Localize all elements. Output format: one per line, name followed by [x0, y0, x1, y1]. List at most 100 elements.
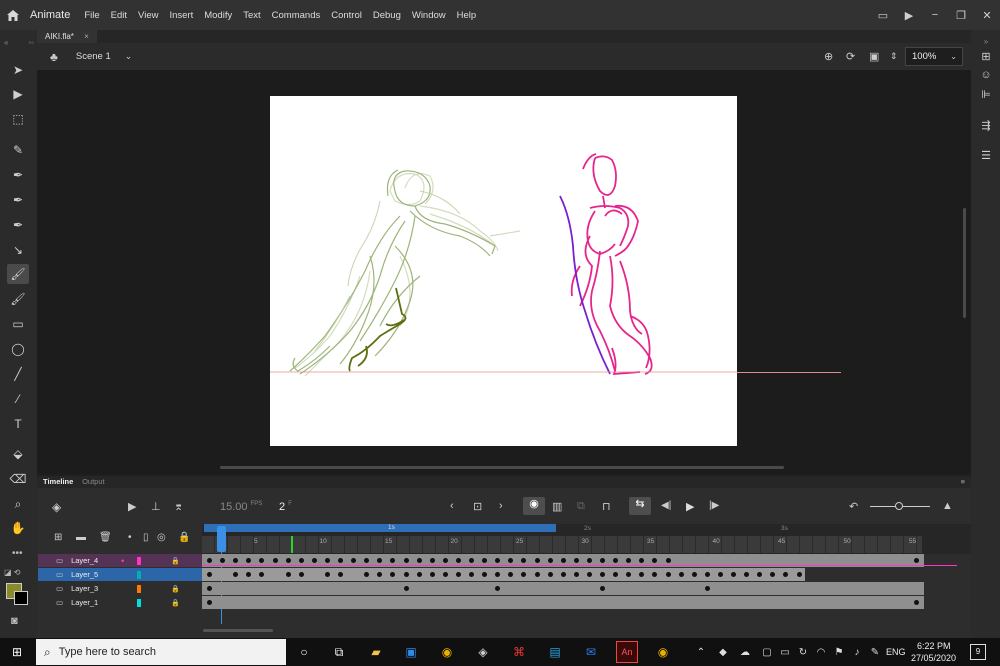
pen-tool-icon[interactable]: ✒ — [7, 165, 29, 185]
mail-icon[interactable]: ✉ — [582, 643, 600, 661]
keyframe-dot[interactable] — [665, 558, 671, 563]
keyframe-dot[interactable] — [600, 572, 605, 577]
layer-stack-icon[interactable]: ◈ — [52, 500, 61, 514]
library-icon[interactable]: ⊞ — [976, 47, 996, 65]
keyframe-dot[interactable] — [495, 558, 501, 563]
keyframe-dot[interactable] — [403, 558, 409, 563]
next-keyframe-icon[interactable]: › — [499, 500, 503, 512]
file-explorer-icon[interactable]: ▰ — [367, 643, 385, 661]
keyframe-dot[interactable] — [560, 558, 566, 563]
layer-color-swatch[interactable] — [137, 556, 142, 565]
oval-tool-icon[interactable]: ◯ — [7, 339, 29, 359]
keyframe-dot[interactable] — [285, 558, 291, 563]
clock-time[interactable]: 6:22 PM — [917, 641, 951, 651]
volume-icon[interactable]: ♪ — [848, 643, 866, 661]
insert-keyframe-icon[interactable]: ⊡ — [473, 500, 482, 513]
keyframe-dot[interactable] — [233, 572, 239, 577]
close-icon[interactable]: ✕ — [974, 9, 1000, 22]
language-indicator[interactable]: ENG — [886, 647, 906, 657]
keyframe-dot[interactable] — [731, 572, 736, 577]
keyframe-dot[interactable] — [469, 572, 474, 577]
clip-content-icon[interactable]: ▣ — [869, 50, 879, 63]
horizontal-scrollbar[interactable] — [220, 466, 784, 469]
keyframe-dot[interactable] — [495, 572, 501, 577]
outline-column-icon[interactable]: ▯ — [143, 532, 149, 543]
keyframe-dot[interactable] — [455, 572, 461, 577]
keyframe-dot[interactable] — [573, 558, 579, 563]
keyframe-dot[interactable] — [586, 572, 592, 577]
store-icon[interactable]: ▣ — [402, 643, 420, 661]
keyframe-dot[interactable] — [521, 572, 527, 577]
keyframe-dot[interactable] — [429, 572, 435, 577]
new-folder-icon[interactable]: ▬ — [76, 532, 86, 543]
timeline-scrollbar[interactable] — [203, 629, 273, 632]
keyframe-dot[interactable] — [390, 572, 396, 577]
keyframe-dot[interactable] — [495, 586, 501, 591]
keyframe-dot[interactable] — [717, 572, 723, 577]
width-tool-icon[interactable]: ✒ — [7, 215, 29, 235]
frame-range-bar[interactable] — [204, 524, 556, 532]
keyframe-dot[interactable] — [704, 586, 710, 591]
lock-column-icon[interactable]: 🔒 — [178, 532, 190, 543]
keyframe-dot[interactable] — [324, 572, 330, 577]
layer-row[interactable]: ▭ Layer_5 — [38, 568, 202, 581]
keyframe-dot[interactable] — [691, 572, 697, 577]
zoom-tool-icon[interactable]: ⌕ — [7, 494, 29, 514]
keyframe-dot[interactable] — [560, 572, 566, 577]
keyframe-dot[interactable] — [207, 558, 212, 563]
keyframe-dot[interactable] — [783, 572, 789, 577]
keyframe-dot[interactable] — [652, 558, 658, 563]
menu-insert[interactable]: Insert — [169, 10, 193, 21]
keyframe-dot[interactable] — [298, 572, 304, 577]
delete-layer-icon[interactable]: 🗑 — [99, 532, 112, 543]
layer-lock-icon[interactable]: 🔒 — [171, 557, 180, 565]
tray-chevron-icon[interactable]: ⌃ — [692, 643, 710, 661]
zoom-stepper-icon[interactable]: ⇕ — [890, 51, 898, 62]
layer-row[interactable]: ▭ Layer_1 🔒 — [38, 596, 202, 609]
tab-output[interactable]: Output — [82, 477, 105, 486]
keyframe-dot[interactable] — [626, 558, 632, 563]
keyframe-dot[interactable] — [429, 558, 435, 563]
motion-presets-icon[interactable]: ⇶ — [976, 116, 996, 134]
highlight-column-icon[interactable]: • — [128, 532, 132, 543]
visibility-column-icon[interactable]: ◎ — [157, 532, 166, 543]
menu-text[interactable]: Text — [243, 10, 260, 21]
keyframe-dot[interactable] — [678, 572, 684, 577]
keyframe-dot[interactable] — [442, 558, 448, 563]
layer-frames[interactable] — [202, 568, 805, 581]
keyframe-dot[interactable] — [246, 558, 252, 563]
scene-symbol-icon[interactable]: ♣ — [50, 50, 58, 64]
new-layer-icon[interactable]: ⊞ — [54, 532, 62, 543]
clock-date[interactable]: 27/05/2020 — [911, 653, 956, 663]
keyframe-dot[interactable] — [259, 572, 265, 577]
onion-skin-icon[interactable]: ◉ — [523, 497, 545, 515]
center-stage-icon[interactable]: ⊕ — [824, 50, 833, 63]
chrome-profile-icon[interactable]: ◉ — [654, 643, 672, 661]
taskbar-search[interactable]: ⌕ Type here to search — [36, 639, 286, 665]
test-movie-icon[interactable]: ▶ — [896, 9, 922, 22]
graph-icon[interactable]: ⌆ — [174, 500, 183, 513]
menu-control[interactable]: Control — [331, 10, 362, 21]
keyframe-dot[interactable] — [233, 558, 239, 563]
layer-row[interactable]: ▭ Layer_3 🔒 — [38, 582, 202, 595]
panel-grip-icon[interactable]: «◦◦ — [4, 38, 34, 47]
prev-keyframe-icon[interactable]: ‹ — [450, 500, 454, 512]
layer-name[interactable]: Layer_1 — [71, 598, 121, 607]
wifi-icon[interactable]: ◠ — [812, 643, 830, 661]
layer-frames[interactable] — [202, 596, 924, 609]
properties-icon[interactable]: ☰ — [976, 146, 996, 164]
keyframe-dot[interactable] — [639, 572, 645, 577]
keyframe-dot[interactable] — [600, 558, 605, 563]
keyframe-dot[interactable] — [364, 572, 370, 577]
paint-brush-tool-icon[interactable]: 🖌 — [7, 289, 29, 309]
animate-taskbar-icon[interactable]: An — [616, 641, 638, 663]
menu-help[interactable]: Help — [457, 10, 477, 21]
layer-name[interactable]: Layer_5 — [71, 570, 121, 579]
keyframe-dot[interactable] — [364, 558, 370, 563]
acrobat-icon[interactable]: ⌘ — [510, 643, 528, 661]
keyframe-dot[interactable] — [613, 572, 619, 577]
layer-parenting-icon[interactable]: ⊥ — [151, 500, 161, 513]
keyframe-dot[interactable] — [482, 558, 488, 563]
keyframe-dot[interactable] — [207, 600, 212, 605]
keyframe-dot[interactable] — [207, 586, 212, 591]
